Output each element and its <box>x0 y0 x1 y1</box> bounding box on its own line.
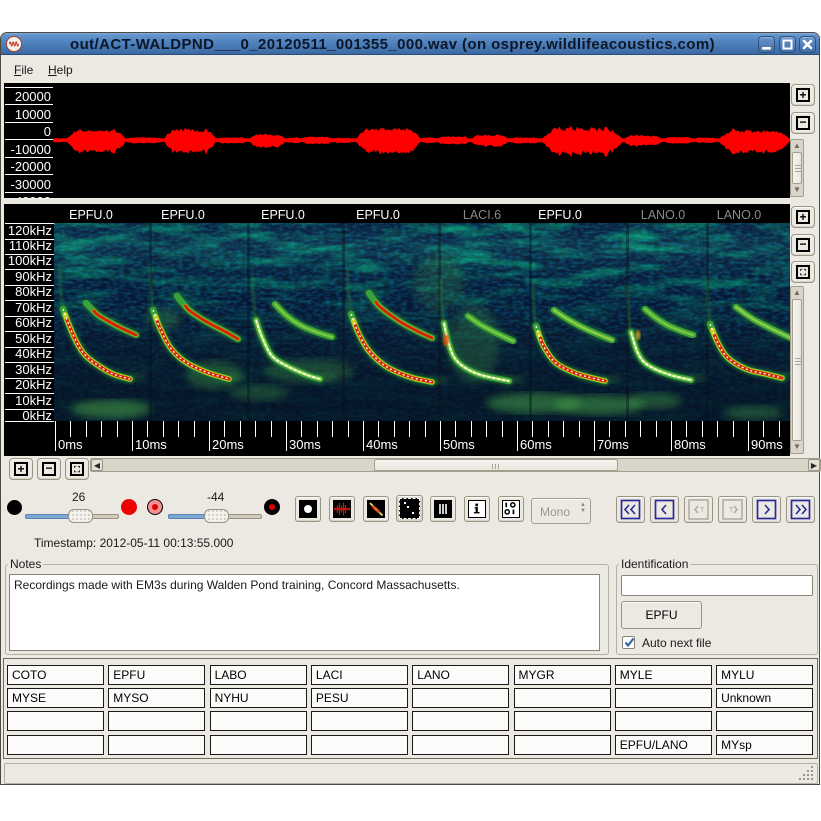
svg-text:T: T <box>700 507 705 514</box>
svg-text:T: T <box>729 507 734 514</box>
